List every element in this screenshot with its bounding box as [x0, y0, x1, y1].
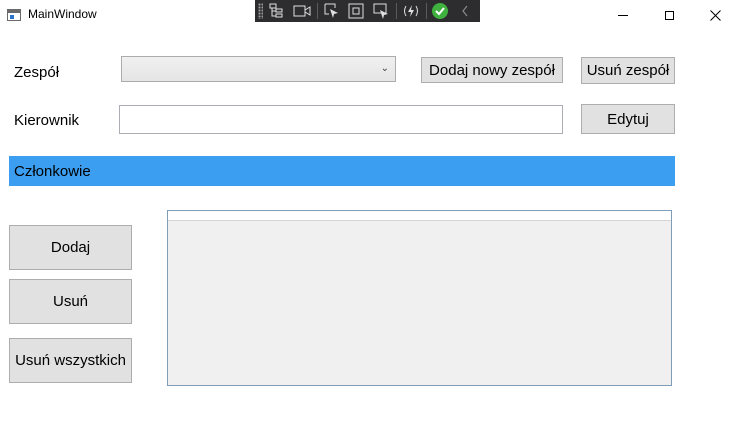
window-app-icon	[7, 9, 21, 21]
live-visual-tree-icon[interactable]	[267, 0, 287, 22]
close-button[interactable]	[692, 0, 737, 30]
remove-all-members-button[interactable]: Usuń wszystkich	[9, 338, 132, 383]
debug-toolbar	[255, 0, 480, 22]
members-list-header	[168, 211, 671, 221]
toolbar-separator	[395, 3, 397, 19]
manager-field[interactable]	[119, 105, 563, 134]
record-icon[interactable]	[292, 0, 312, 22]
minimize-icon	[618, 14, 628, 16]
toolbar-separator	[316, 3, 318, 19]
team-combobox[interactable]: ⌄	[121, 56, 396, 82]
minimize-button[interactable]	[600, 0, 646, 30]
toolbar-separator	[425, 3, 427, 19]
remove-team-button[interactable]: Usuń zespół	[581, 57, 675, 84]
close-icon	[709, 9, 721, 21]
toolbar-grip-icon[interactable]	[258, 3, 264, 19]
select-element-icon[interactable]	[322, 0, 342, 22]
window-title: MainWindow	[28, 7, 97, 21]
members-header: Członkowie	[14, 163, 91, 180]
remove-member-button[interactable]: Usuń	[9, 279, 132, 324]
track-focus-icon[interactable]	[371, 0, 391, 22]
manager-label: Kierownik	[14, 112, 80, 129]
edit-button[interactable]: Edytuj	[581, 104, 675, 134]
title-bar: MainWindow	[0, 0, 737, 30]
add-team-button[interactable]: Dodaj nowy zespół	[421, 57, 563, 83]
collapse-chevron-icon[interactable]	[455, 0, 475, 22]
hot-reload-icon[interactable]	[401, 0, 421, 22]
members-header-bar: Członkowie	[9, 156, 675, 186]
members-list[interactable]	[167, 210, 672, 386]
add-member-button[interactable]: Dodaj	[9, 225, 132, 270]
maximize-icon	[664, 10, 674, 20]
maximize-button[interactable]	[646, 0, 692, 30]
display-layout-adorners-icon[interactable]	[346, 0, 366, 22]
chevron-down-icon: ⌄	[380, 63, 389, 74]
check-status-icon[interactable]	[430, 0, 450, 22]
team-label: Zespół	[14, 64, 60, 81]
